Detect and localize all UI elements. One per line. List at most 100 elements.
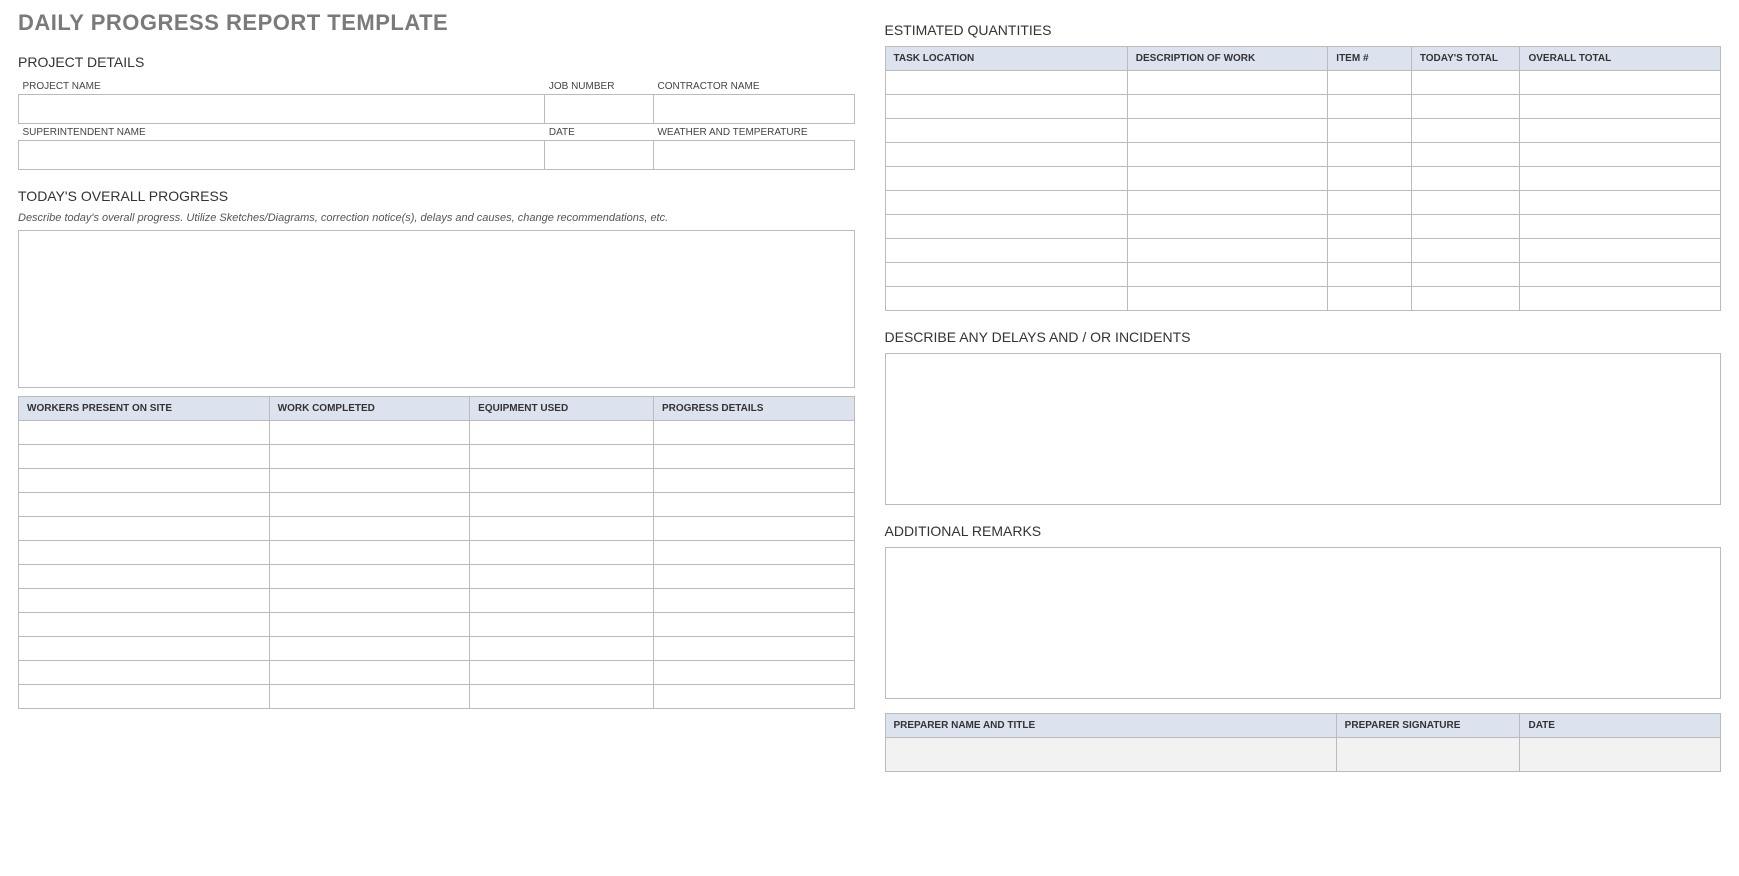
input-weather[interactable]	[654, 141, 854, 169]
table-cell[interactable]	[653, 469, 854, 493]
table-cell[interactable]	[1411, 239, 1520, 263]
table-cell[interactable]	[19, 421, 270, 445]
table-cell[interactable]	[1411, 191, 1520, 215]
table-cell[interactable]	[1328, 191, 1412, 215]
table-cell[interactable]	[19, 589, 270, 613]
table-cell[interactable]	[1328, 239, 1412, 263]
table-cell[interactable]	[470, 517, 654, 541]
table-cell[interactable]	[470, 541, 654, 565]
table-cell[interactable]	[1127, 119, 1328, 143]
table-cell[interactable]	[1127, 215, 1328, 239]
table-cell[interactable]	[1127, 71, 1328, 95]
table-cell[interactable]	[653, 445, 854, 469]
table-cell[interactable]	[885, 167, 1127, 191]
table-cell[interactable]	[885, 119, 1127, 143]
table-cell[interactable]	[885, 287, 1127, 311]
table-cell[interactable]	[1520, 119, 1721, 143]
table-cell[interactable]	[470, 421, 654, 445]
table-cell[interactable]	[470, 469, 654, 493]
table-cell[interactable]	[1127, 95, 1328, 119]
table-cell[interactable]	[1520, 215, 1721, 239]
cell-preparer-signature[interactable]	[1336, 738, 1520, 772]
table-cell[interactable]	[269, 421, 470, 445]
table-cell[interactable]	[1520, 263, 1721, 287]
remarks-textarea[interactable]	[885, 547, 1722, 699]
table-cell[interactable]	[1411, 143, 1520, 167]
table-cell[interactable]	[470, 637, 654, 661]
table-cell[interactable]	[1328, 167, 1412, 191]
table-cell[interactable]	[653, 565, 854, 589]
table-cell[interactable]	[1520, 143, 1721, 167]
table-cell[interactable]	[653, 493, 854, 517]
table-cell[interactable]	[1127, 239, 1328, 263]
table-cell[interactable]	[885, 191, 1127, 215]
table-cell[interactable]	[269, 685, 470, 709]
table-cell[interactable]	[269, 517, 470, 541]
table-cell[interactable]	[269, 493, 470, 517]
table-cell[interactable]	[19, 661, 270, 685]
table-cell[interactable]	[470, 589, 654, 613]
table-cell[interactable]	[470, 661, 654, 685]
table-cell[interactable]	[1520, 191, 1721, 215]
table-cell[interactable]	[19, 565, 270, 589]
cell-preparer-name[interactable]	[885, 738, 1336, 772]
input-project-name[interactable]	[19, 95, 544, 123]
table-cell[interactable]	[1127, 287, 1328, 311]
table-cell[interactable]	[470, 565, 654, 589]
table-cell[interactable]	[19, 493, 270, 517]
table-cell[interactable]	[269, 565, 470, 589]
table-cell[interactable]	[1411, 119, 1520, 143]
table-cell[interactable]	[885, 95, 1127, 119]
table-cell[interactable]	[19, 517, 270, 541]
table-cell[interactable]	[269, 445, 470, 469]
table-cell[interactable]	[19, 445, 270, 469]
table-cell[interactable]	[19, 469, 270, 493]
table-cell[interactable]	[1411, 167, 1520, 191]
table-cell[interactable]	[653, 637, 854, 661]
table-cell[interactable]	[653, 517, 854, 541]
table-cell[interactable]	[1328, 119, 1412, 143]
table-cell[interactable]	[1520, 287, 1721, 311]
table-cell[interactable]	[1127, 263, 1328, 287]
table-cell[interactable]	[885, 71, 1127, 95]
table-cell[interactable]	[653, 685, 854, 709]
table-cell[interactable]	[269, 541, 470, 565]
table-cell[interactable]	[470, 445, 654, 469]
table-cell[interactable]	[885, 263, 1127, 287]
table-cell[interactable]	[653, 613, 854, 637]
table-cell[interactable]	[1328, 71, 1412, 95]
table-cell[interactable]	[1520, 167, 1721, 191]
table-cell[interactable]	[19, 613, 270, 637]
table-cell[interactable]	[1328, 95, 1412, 119]
table-cell[interactable]	[19, 637, 270, 661]
table-cell[interactable]	[653, 541, 854, 565]
table-cell[interactable]	[19, 685, 270, 709]
table-cell[interactable]	[653, 421, 854, 445]
input-contractor-name[interactable]	[654, 95, 854, 123]
table-cell[interactable]	[1328, 215, 1412, 239]
table-cell[interactable]	[269, 637, 470, 661]
overall-progress-textarea[interactable]	[18, 230, 855, 388]
table-cell[interactable]	[470, 493, 654, 517]
table-cell[interactable]	[1520, 239, 1721, 263]
table-cell[interactable]	[1328, 263, 1412, 287]
table-cell[interactable]	[269, 661, 470, 685]
table-cell[interactable]	[470, 685, 654, 709]
table-cell[interactable]	[269, 589, 470, 613]
table-cell[interactable]	[1127, 143, 1328, 167]
input-superintendent-name[interactable]	[19, 141, 544, 169]
table-cell[interactable]	[1127, 167, 1328, 191]
table-cell[interactable]	[1411, 215, 1520, 239]
input-job-number[interactable]	[545, 95, 653, 123]
delays-textarea[interactable]	[885, 353, 1722, 505]
table-cell[interactable]	[885, 239, 1127, 263]
table-cell[interactable]	[1411, 263, 1520, 287]
table-cell[interactable]	[1411, 71, 1520, 95]
table-cell[interactable]	[885, 215, 1127, 239]
table-cell[interactable]	[1411, 287, 1520, 311]
table-cell[interactable]	[269, 613, 470, 637]
input-date[interactable]	[545, 141, 653, 169]
table-cell[interactable]	[1328, 143, 1412, 167]
table-cell[interactable]	[1520, 71, 1721, 95]
table-cell[interactable]	[1328, 287, 1412, 311]
